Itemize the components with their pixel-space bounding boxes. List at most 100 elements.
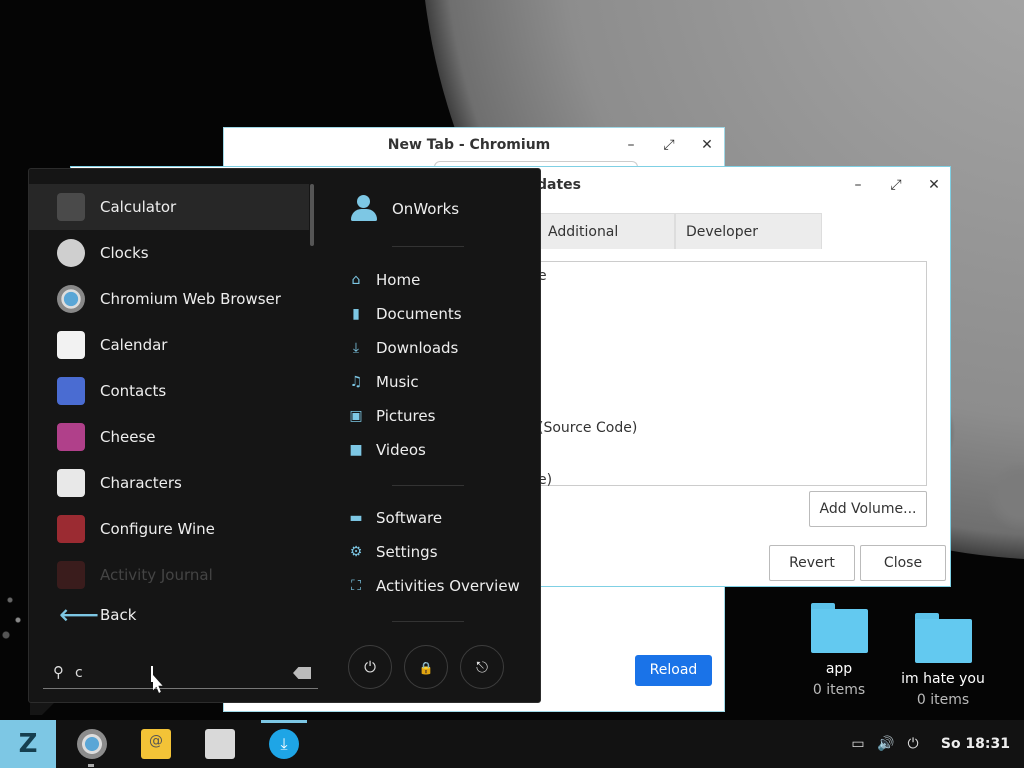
divider xyxy=(392,621,464,622)
download-icon: ⤓ xyxy=(352,340,360,356)
app-list-scrollbar[interactable] xyxy=(310,184,314,246)
add-volume-button[interactable]: Add Volume... xyxy=(809,491,927,527)
clock-icon xyxy=(57,239,85,267)
app-label: Contacts xyxy=(100,382,167,400)
desktop-folder-app[interactable]: app 0 items xyxy=(784,603,894,698)
place-label: Home xyxy=(376,271,421,289)
chromium-minimize-button[interactable]: – xyxy=(622,136,640,154)
app-label: Configure Wine xyxy=(100,520,215,538)
sources-list[interactable]: e (Source Code) e) xyxy=(537,261,927,488)
app-menu[interactable]: Calculator Clocks Chromium Web Browser C… xyxy=(28,168,541,703)
video-icon: ■ xyxy=(349,442,363,458)
system-label: Settings xyxy=(376,543,438,561)
user-icon xyxy=(349,194,379,224)
search-input[interactable] xyxy=(75,663,275,683)
clear-search-icon[interactable] xyxy=(293,667,311,679)
power-button[interactable]: ⏻ xyxy=(348,645,392,689)
place-label: Downloads xyxy=(376,339,459,357)
menu-pointer-arrow xyxy=(30,703,54,715)
place-videos[interactable]: ■ Videos xyxy=(348,440,548,462)
revert-button[interactable]: Revert xyxy=(769,545,855,581)
mail-taskbar-icon[interactable] xyxy=(141,729,171,759)
text-cursor xyxy=(151,666,153,682)
place-music[interactable]: ♫ Music xyxy=(348,372,548,394)
running-indicator xyxy=(88,764,94,767)
search-bar[interactable]: ⚲ xyxy=(43,659,318,689)
place-label: Music xyxy=(376,373,419,391)
cheese-icon xyxy=(57,423,85,451)
logout-icon: ⎋ xyxy=(476,658,488,676)
place-downloads[interactable]: ⤓ Downloads xyxy=(348,338,548,360)
logout-button[interactable]: ⎋ xyxy=(460,645,504,689)
app-label: Calculator xyxy=(100,198,177,216)
calculator-icon xyxy=(57,193,85,221)
system-software[interactable]: ▬ Software xyxy=(348,508,548,530)
app-label: Clocks xyxy=(100,244,149,262)
power-icon[interactable]: ⏻ xyxy=(905,736,921,752)
updates-title: dates xyxy=(537,177,581,193)
reload-button[interactable]: Reload xyxy=(635,655,712,686)
app-label: Chromium Web Browser xyxy=(100,290,281,308)
software-icon: ▬ xyxy=(349,510,363,526)
back-arrow-icon: ⟵ xyxy=(59,598,100,631)
home-icon: ⌂ xyxy=(351,272,361,288)
list-item[interactable]: (Source Code) xyxy=(538,420,637,436)
chromium-icon xyxy=(57,285,85,313)
updates-maximize-button[interactable]: ⤢ xyxy=(887,176,905,194)
system-activities-overview[interactable]: ⛶ Activities Overview xyxy=(348,576,548,598)
app-item-contacts[interactable]: Contacts xyxy=(29,368,309,414)
system-settings[interactable]: ⚙ Settings xyxy=(348,542,548,564)
clock[interactable]: So 18:31 xyxy=(941,736,1010,752)
divider xyxy=(392,485,464,486)
settings-icon: ⚙ xyxy=(349,544,363,560)
app-item-cheese[interactable]: Cheese xyxy=(29,414,309,460)
volume-icon[interactable]: 🔊 xyxy=(877,736,894,752)
app-item-activity-journal[interactable]: Activity Journal xyxy=(29,552,309,598)
display-icon[interactable]: ▭ xyxy=(850,736,866,752)
app-item-configure-wine[interactable]: Configure Wine xyxy=(29,506,309,552)
app-item-calendar[interactable]: Calendar xyxy=(29,322,309,368)
overview-icon: ⛶ xyxy=(351,578,361,594)
folder-icon xyxy=(914,613,972,663)
tab-additional-drivers[interactable]: Additional Drivers xyxy=(537,213,675,276)
tab-developer-options[interactable]: Developer Options xyxy=(675,213,822,276)
desktop-folder-im-hate-you[interactable]: im hate you 0 items xyxy=(888,613,998,708)
chromium-titlebar[interactable]: New Tab - Chromium – ⤢ ✕ xyxy=(224,128,724,164)
system-label: Activities Overview xyxy=(376,577,520,595)
chromium-maximize-button[interactable]: ⤢ xyxy=(660,136,678,154)
folder-icon xyxy=(810,603,868,653)
files-taskbar-icon[interactable] xyxy=(205,729,235,759)
updates-minimize-button[interactable]: – xyxy=(849,176,867,194)
app-item-calculator[interactable]: Calculator xyxy=(29,184,309,230)
place-documents[interactable]: ▮ Documents xyxy=(348,304,548,326)
software-updater-taskbar-icon[interactable]: ⤓ xyxy=(269,729,299,759)
app-item-characters[interactable]: Characters xyxy=(29,460,309,506)
zorin-menu-button[interactable]: Z xyxy=(0,720,56,768)
chromium-title: New Tab - Chromium xyxy=(387,137,551,153)
picture-icon: ▣ xyxy=(349,408,363,424)
chromium-close-button[interactable]: ✕ xyxy=(698,136,716,154)
app-item-clocks[interactable]: Clocks xyxy=(29,230,309,276)
close-button[interactable]: Close xyxy=(860,545,946,581)
lock-button[interactable]: 🔒 xyxy=(404,645,448,689)
updates-tabs: Additional Drivers Developer Options xyxy=(537,213,822,276)
chromium-taskbar-icon[interactable] xyxy=(77,729,107,759)
app-item-chromium[interactable]: Chromium Web Browser xyxy=(29,276,309,322)
updates-close-button[interactable]: ✕ xyxy=(925,176,943,194)
place-label: Videos xyxy=(376,441,426,459)
divider xyxy=(392,246,464,247)
app-list: Calculator Clocks Chromium Web Browser C… xyxy=(29,184,309,598)
back-button[interactable]: ⟵ Back xyxy=(29,599,309,633)
music-icon: ♫ xyxy=(349,374,363,390)
app-label: Cheese xyxy=(100,428,156,446)
calendar-icon xyxy=(57,331,85,359)
desktop-folder-count: 0 items xyxy=(812,682,866,698)
user-name: OnWorks xyxy=(392,200,460,218)
place-pictures[interactable]: ▣ Pictures xyxy=(348,406,548,428)
contacts-icon xyxy=(57,377,85,405)
wallpaper-rocks xyxy=(0,580,30,650)
place-label: Documents xyxy=(376,305,462,323)
taskbar: Z ⤓ ▭ 🔊 ⏻ So 18:31 xyxy=(0,720,1024,768)
place-home[interactable]: ⌂ Home xyxy=(348,270,548,292)
characters-icon xyxy=(57,469,85,497)
